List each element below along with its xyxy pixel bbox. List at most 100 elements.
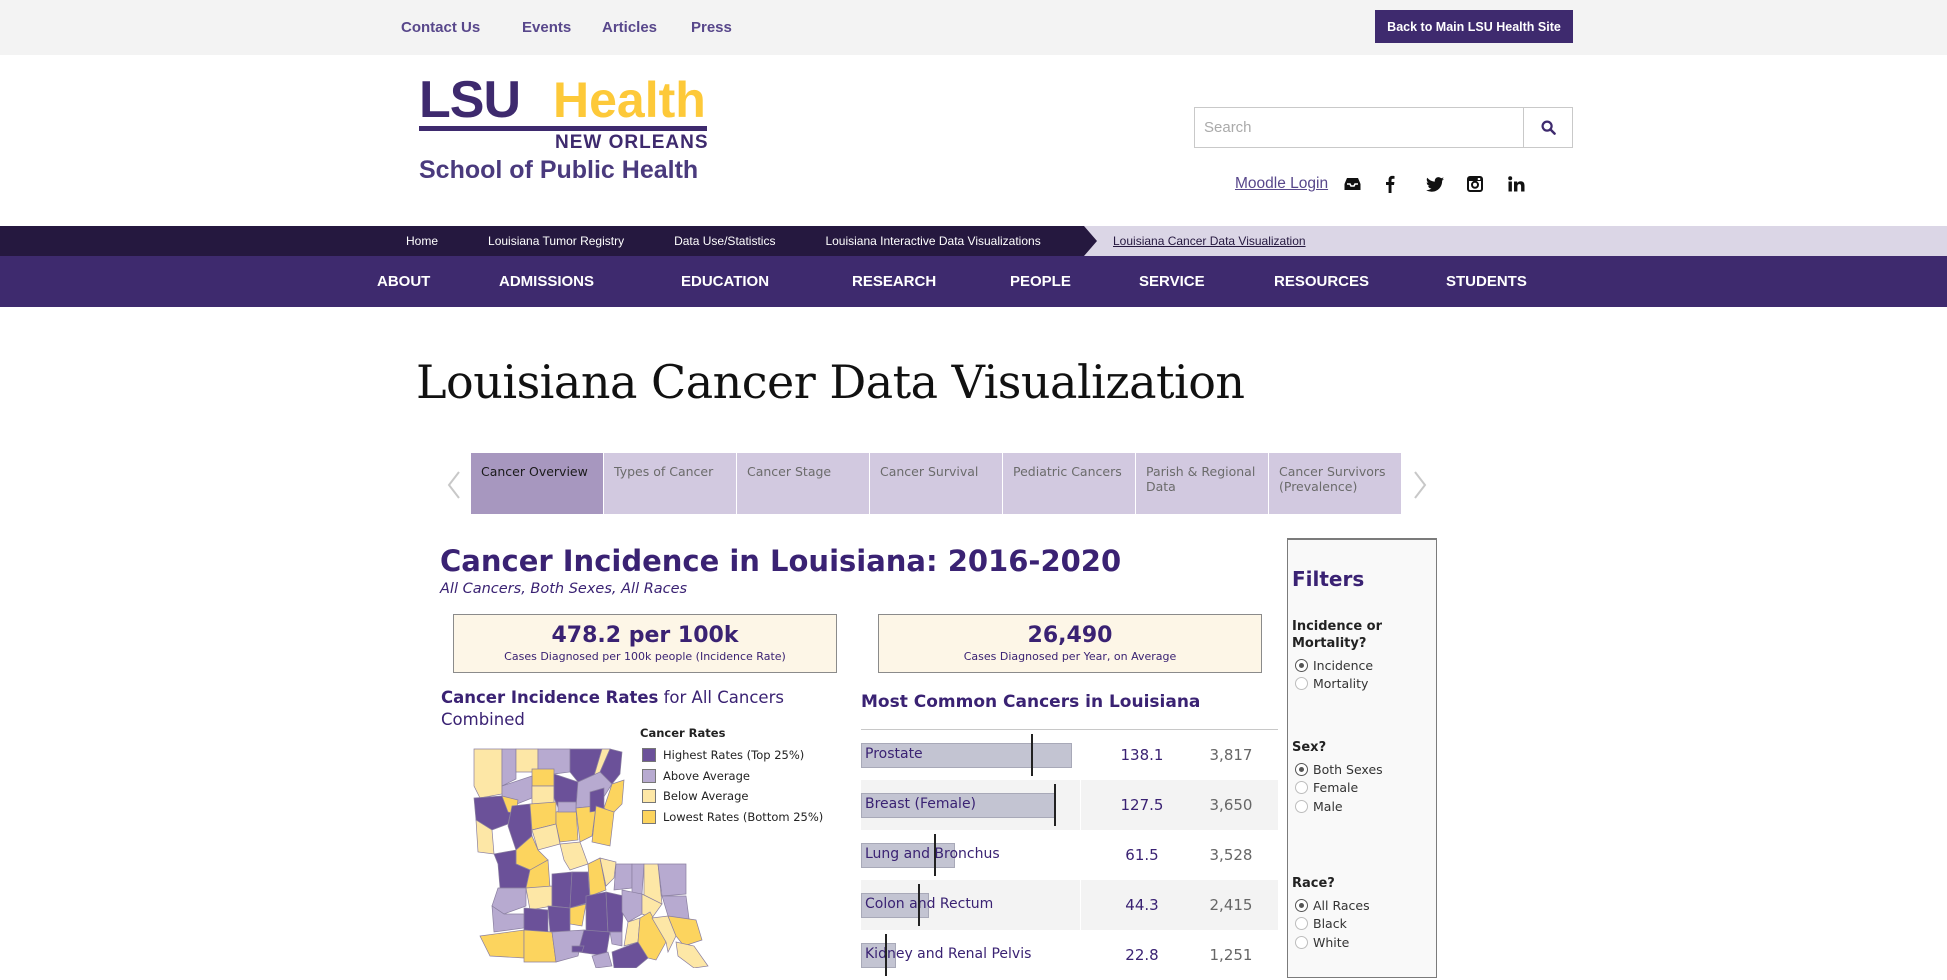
parish[interactable]	[577, 929, 611, 957]
radio-all-races[interactable]: All Races	[1292, 896, 1370, 915]
tab-cancer-survivors[interactable]: Cancer Survivors (Prevalence)	[1269, 453, 1401, 514]
tab-parish-regional-data[interactable]: Parish & Regional Data	[1136, 453, 1268, 514]
instagram-link[interactable]	[1467, 173, 1508, 195]
radio-white[interactable]: White	[1292, 933, 1370, 952]
cancer-name: Kidney and Renal Pelvis	[865, 946, 1032, 962]
radio-button[interactable]	[1295, 917, 1308, 931]
search-button[interactable]	[1523, 108, 1572, 147]
parish[interactable]	[631, 863, 645, 895]
radio-both-sexes[interactable]: Both Sexes	[1292, 760, 1383, 779]
contact-us-link[interactable]: Contact Us	[401, 19, 522, 36]
cancer-name: Breast (Female)	[865, 796, 977, 812]
parish[interactable]	[585, 891, 609, 937]
breadcrumb-home[interactable]: Home	[406, 234, 438, 248]
parish[interactable]	[531, 768, 555, 787]
nav-students[interactable]: STUDENTS	[1446, 256, 1527, 307]
radio-button[interactable]	[1295, 781, 1308, 795]
parish[interactable]	[591, 805, 615, 847]
incidence-rate: 61.5	[1125, 846, 1159, 864]
radio-incidence[interactable]: Incidence	[1292, 656, 1436, 675]
tab-cancer-survival[interactable]: Cancer Survival	[870, 453, 1002, 514]
parish[interactable]	[559, 841, 589, 871]
stat-incidence-rate: 478.2 per 100k Cases Diagnosed per 100k …	[453, 614, 837, 673]
table-row[interactable]: Prostate 138.1 3,817	[861, 730, 1278, 780]
parish[interactable]	[523, 929, 557, 963]
parish[interactable]	[621, 889, 643, 923]
parish[interactable]	[623, 917, 641, 947]
press-link[interactable]: Press	[691, 19, 732, 36]
radio-label: Female	[1313, 780, 1359, 796]
radio-female[interactable]: Female	[1292, 779, 1383, 798]
articles-link[interactable]: Articles	[602, 19, 691, 36]
radio-label: Incidence	[1313, 657, 1374, 673]
utility-links: Contact Us Events Articles Press	[401, 19, 732, 36]
radio-button[interactable]	[1295, 677, 1308, 691]
parish[interactable]	[571, 945, 585, 953]
reference-marker	[885, 934, 888, 976]
inbox-link[interactable]	[1344, 173, 1385, 195]
nav-education[interactable]: EDUCATION	[681, 256, 769, 307]
parish[interactable]	[555, 807, 579, 843]
tab-pediatric-cancers[interactable]: Pediatric Cancers	[1003, 453, 1135, 514]
radio-button[interactable]	[1295, 799, 1308, 813]
parish[interactable]	[515, 748, 539, 773]
nav-research[interactable]: RESEARCH	[852, 256, 936, 307]
parish[interactable]	[557, 801, 577, 813]
tab-prev-button[interactable]	[442, 465, 466, 505]
parish[interactable]	[609, 931, 623, 947]
twitter-link[interactable]	[1426, 173, 1467, 195]
parish[interactable]	[675, 941, 709, 968]
cancer-name: Colon and Rectum	[865, 896, 994, 912]
nav-about[interactable]: ABOUT	[377, 256, 430, 307]
parish[interactable]	[479, 929, 525, 959]
breadcrumb-data-use[interactable]: Data Use/Statistics	[674, 234, 775, 248]
radio-mortality[interactable]: Mortality	[1292, 675, 1436, 694]
parish[interactable]	[551, 871, 573, 909]
facebook-icon	[1386, 175, 1395, 193]
radio-button[interactable]	[1295, 762, 1308, 776]
tab-cancer-overview[interactable]: Cancer Overview	[471, 453, 603, 514]
radio-label: White	[1313, 934, 1350, 950]
map-title: Cancer Incidence Rates for All Cancers C…	[441, 687, 801, 731]
events-link[interactable]: Events	[522, 19, 602, 36]
table-row[interactable]: Lung and Bronchus 61.5 3,528	[861, 830, 1278, 880]
logo-rule	[419, 126, 707, 131]
tab-types-of-cancer[interactable]: Types of Cancer	[604, 453, 736, 514]
lsu-health-logo[interactable]: LSU Health NEW ORLEANS School of Public …	[419, 74, 713, 186]
dashboard-subtitle: All Cancers, Both Sexes, All Races	[440, 581, 688, 597]
moodle-login-link[interactable]: Moodle Login	[1235, 175, 1328, 193]
radio-black[interactable]: Black	[1292, 915, 1370, 934]
table-row[interactable]: Colon and Rectum 44.3 2,415	[861, 880, 1278, 930]
nav-admissions[interactable]: ADMISSIONS	[499, 256, 594, 307]
breadcrumb-current[interactable]: Louisiana Cancer Data Visualization	[1113, 226, 1306, 256]
radio-button[interactable]	[1295, 935, 1308, 949]
radio-button[interactable]	[1295, 658, 1308, 672]
parish[interactable]	[569, 903, 587, 927]
radio-label: Black	[1313, 916, 1347, 932]
tab-next-button[interactable]	[1408, 465, 1432, 505]
parish[interactable]	[473, 748, 503, 799]
nav-resources[interactable]: RESOURCES	[1274, 256, 1369, 307]
parish[interactable]	[501, 748, 517, 787]
table-row[interactable]: Breast (Female) 127.5 3,650	[861, 780, 1278, 830]
radio-button[interactable]	[1295, 898, 1308, 912]
parish[interactable]	[657, 863, 687, 897]
chevron-right-icon	[1414, 471, 1427, 499]
radio-male[interactable]: Male	[1292, 797, 1383, 816]
search-input[interactable]	[1195, 108, 1523, 147]
cancer-name: Lung and Bronchus	[865, 846, 1000, 862]
nav-service[interactable]: SERVICE	[1139, 256, 1205, 307]
parish[interactable]	[613, 863, 633, 891]
parish[interactable]	[605, 891, 625, 933]
linkedin-link[interactable]	[1508, 173, 1549, 195]
table-row[interactable]: Kidney and Renal Pelvis 22.8 1,251	[861, 930, 1278, 980]
louisiana-parish-map[interactable]	[472, 746, 722, 968]
breadcrumb-tumor-registry[interactable]: Louisiana Tumor Registry	[488, 234, 624, 248]
tab-cancer-stage[interactable]: Cancer Stage	[737, 453, 869, 514]
back-to-main-site-button[interactable]: Back to Main LSU Health Site	[1375, 10, 1573, 43]
breadcrumb-interactive-viz[interactable]: Louisiana Interactive Data Visualization…	[825, 234, 1040, 248]
chevron-left-icon	[447, 471, 460, 499]
parish[interactable]	[547, 905, 571, 933]
facebook-link[interactable]	[1385, 173, 1426, 195]
nav-people[interactable]: PEOPLE	[1010, 256, 1071, 307]
